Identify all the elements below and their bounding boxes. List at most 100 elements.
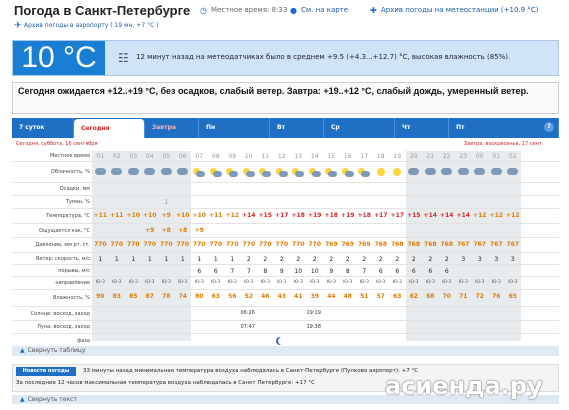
- tab-label[interactable]: Вт: [277, 124, 285, 131]
- archive-station-text[interactable]: Архив погоды на метеостанции (+10.9 °C): [381, 6, 538, 14]
- cloud-icon: [441, 168, 453, 175]
- wind-cell: 1: [180, 256, 185, 263]
- cloud-part: [245, 171, 255, 177]
- tab-1[interactable]: Сегодня: [74, 119, 145, 138]
- wind-cell: 3: [461, 256, 466, 263]
- temp-cell: +15: [407, 212, 421, 219]
- row-humidity: Влажность, % 90 83 85 87 78 74 80 63 56 52 46 43 41 39…: [12, 290, 559, 307]
- wind-cell: 1: [164, 256, 169, 263]
- tab-label[interactable]: Сегодня: [81, 125, 110, 132]
- gust-cell: 7: [362, 268, 367, 275]
- direction-cell: Ю-З: [260, 280, 270, 285]
- direction-cell: Ю-З: [475, 280, 485, 285]
- row-fog: Туман, % 1: [12, 196, 559, 209]
- collapse-text-label[interactable]: Свернуть текст: [28, 396, 77, 403]
- cloud-icon: [94, 168, 106, 175]
- airport-archive-link[interactable]: ✈ Архив погоды в аэропорту ( 19 мн, +7 °C…: [14, 21, 159, 31]
- wind-cell: 2: [263, 256, 268, 263]
- cloud-cell: [488, 168, 505, 177]
- cloud-part: [278, 171, 288, 177]
- humidity-cell: 71: [459, 293, 468, 300]
- direction-cell: Ю-З: [376, 280, 386, 285]
- airplane-icon: ✈: [14, 21, 22, 31]
- gust-cell: 6: [428, 268, 433, 275]
- gust-cell: 10: [310, 268, 319, 275]
- pressure-cell: 770: [93, 241, 107, 248]
- wind-cell: 1: [98, 256, 103, 263]
- row-sun: Солнце: восход, заход 06:26 19:19: [12, 307, 559, 321]
- pressure-cell: 768: [423, 241, 437, 248]
- tab-5[interactable]: Ср: [324, 118, 395, 138]
- tab-3[interactable]: Пн: [199, 118, 270, 138]
- direction-cell: Ю-З: [95, 280, 105, 285]
- direction-cell: Ю-З: [194, 280, 204, 285]
- cloud-part: [344, 171, 354, 177]
- wind-cell: 1: [147, 256, 152, 263]
- news-tab-button[interactable]: Новости погоды: [16, 367, 76, 376]
- cloud-cell: [125, 168, 142, 177]
- airport-archive-text[interactable]: Архив погоды в аэропорту ( 19 мн, +7 °C …: [24, 22, 159, 29]
- tab-label[interactable]: Пн: [206, 124, 215, 131]
- gust-cell: 6: [378, 268, 383, 275]
- pressure-cell: 770: [242, 241, 256, 248]
- tab-label[interactable]: Завтра: [152, 124, 176, 131]
- hour-cell: 14: [310, 153, 319, 160]
- row-time: Местное время 01 02 03 04 05 06 07 08 09 10 11 12 13 1…: [12, 151, 559, 162]
- local-time: ◷ Местное время: 8:33: [200, 6, 287, 15]
- tab-label[interactable]: Пт: [456, 124, 465, 131]
- pressure-cell: 770: [126, 241, 140, 248]
- collapse-table-label[interactable]: Свернуть таблицу: [28, 347, 86, 354]
- archive-station-link[interactable]: ✚ Архив погоды на метеостанции (+10.9 °C): [370, 6, 538, 15]
- wind-cell: 2: [362, 256, 367, 263]
- cloud-icon: [144, 168, 156, 175]
- cloud-cell: [505, 168, 522, 177]
- partly-cloudy-icon: [275, 168, 288, 177]
- row-label: Влажность, %: [52, 295, 90, 301]
- pressure-cell: 768: [390, 241, 404, 248]
- tab-label[interactable]: Ср: [331, 124, 340, 131]
- temp-cell: +17: [275, 212, 289, 219]
- page-header: Погода в Санкт-Петербурге ◷ Местное время…: [0, 0, 569, 36]
- cloud-cell: [158, 168, 175, 177]
- temp-cell: +12: [489, 212, 503, 219]
- forecast-table: Местное время 01 02 03 04 05 06 07 08 09 10 11 12 13 1…: [12, 151, 559, 348]
- wind-cell: 3: [477, 256, 482, 263]
- pressure-cell: 770: [110, 241, 124, 248]
- map-pin-icon: ●: [290, 6, 297, 15]
- cloud-cell: [92, 168, 109, 177]
- collapse-table-button[interactable]: ▲ Свернуть таблицу: [12, 346, 559, 356]
- cloud-cell: [191, 168, 208, 179]
- direction-cell: Ю-З: [227, 280, 237, 285]
- row-feels: Ощущается как, °С +9 +8 +8 +9: [12, 224, 559, 238]
- pressure-cell: 770: [192, 241, 206, 248]
- tab-label[interactable]: 7 суток: [19, 124, 44, 131]
- wind-cell: 1: [197, 256, 202, 263]
- tab-0[interactable]: 7 суток: [12, 118, 74, 138]
- map-link-text[interactable]: См. на карте: [301, 6, 348, 14]
- cloud-icon: [177, 168, 189, 175]
- moonrise-time: 07:47: [240, 324, 255, 330]
- pressure-cell: 770: [143, 241, 157, 248]
- wind-cell: 2: [444, 256, 449, 263]
- tab-6[interactable]: Чт: [395, 118, 449, 138]
- humidity-cell: 41: [294, 293, 303, 300]
- humidity-cell: 52: [244, 293, 253, 300]
- pressure-cell: 768: [407, 241, 421, 248]
- humidity-cell: 70: [442, 293, 451, 300]
- cloud-part: [361, 171, 371, 177]
- humidity-cell: 46: [261, 293, 270, 300]
- tab-label[interactable]: Чт: [402, 124, 410, 131]
- tab-7[interactable]: Пт?: [449, 118, 559, 138]
- pressure-cell: 769: [324, 241, 338, 248]
- weather-station-icon: ☷: [118, 51, 129, 65]
- cloud-cell: [406, 168, 423, 177]
- direction-cell: Ю-З: [112, 280, 122, 285]
- map-link[interactable]: ● См. на карте: [290, 6, 348, 15]
- tab-2[interactable]: Завтра: [145, 118, 199, 138]
- help-icon[interactable]: ?: [544, 122, 554, 132]
- tab-4[interactable]: Вт: [270, 118, 324, 138]
- cloud-cell: [241, 168, 258, 179]
- direction-cell: Ю-З: [392, 280, 402, 285]
- humidity-cell: 65: [508, 293, 517, 300]
- cloud-cell: [290, 168, 307, 179]
